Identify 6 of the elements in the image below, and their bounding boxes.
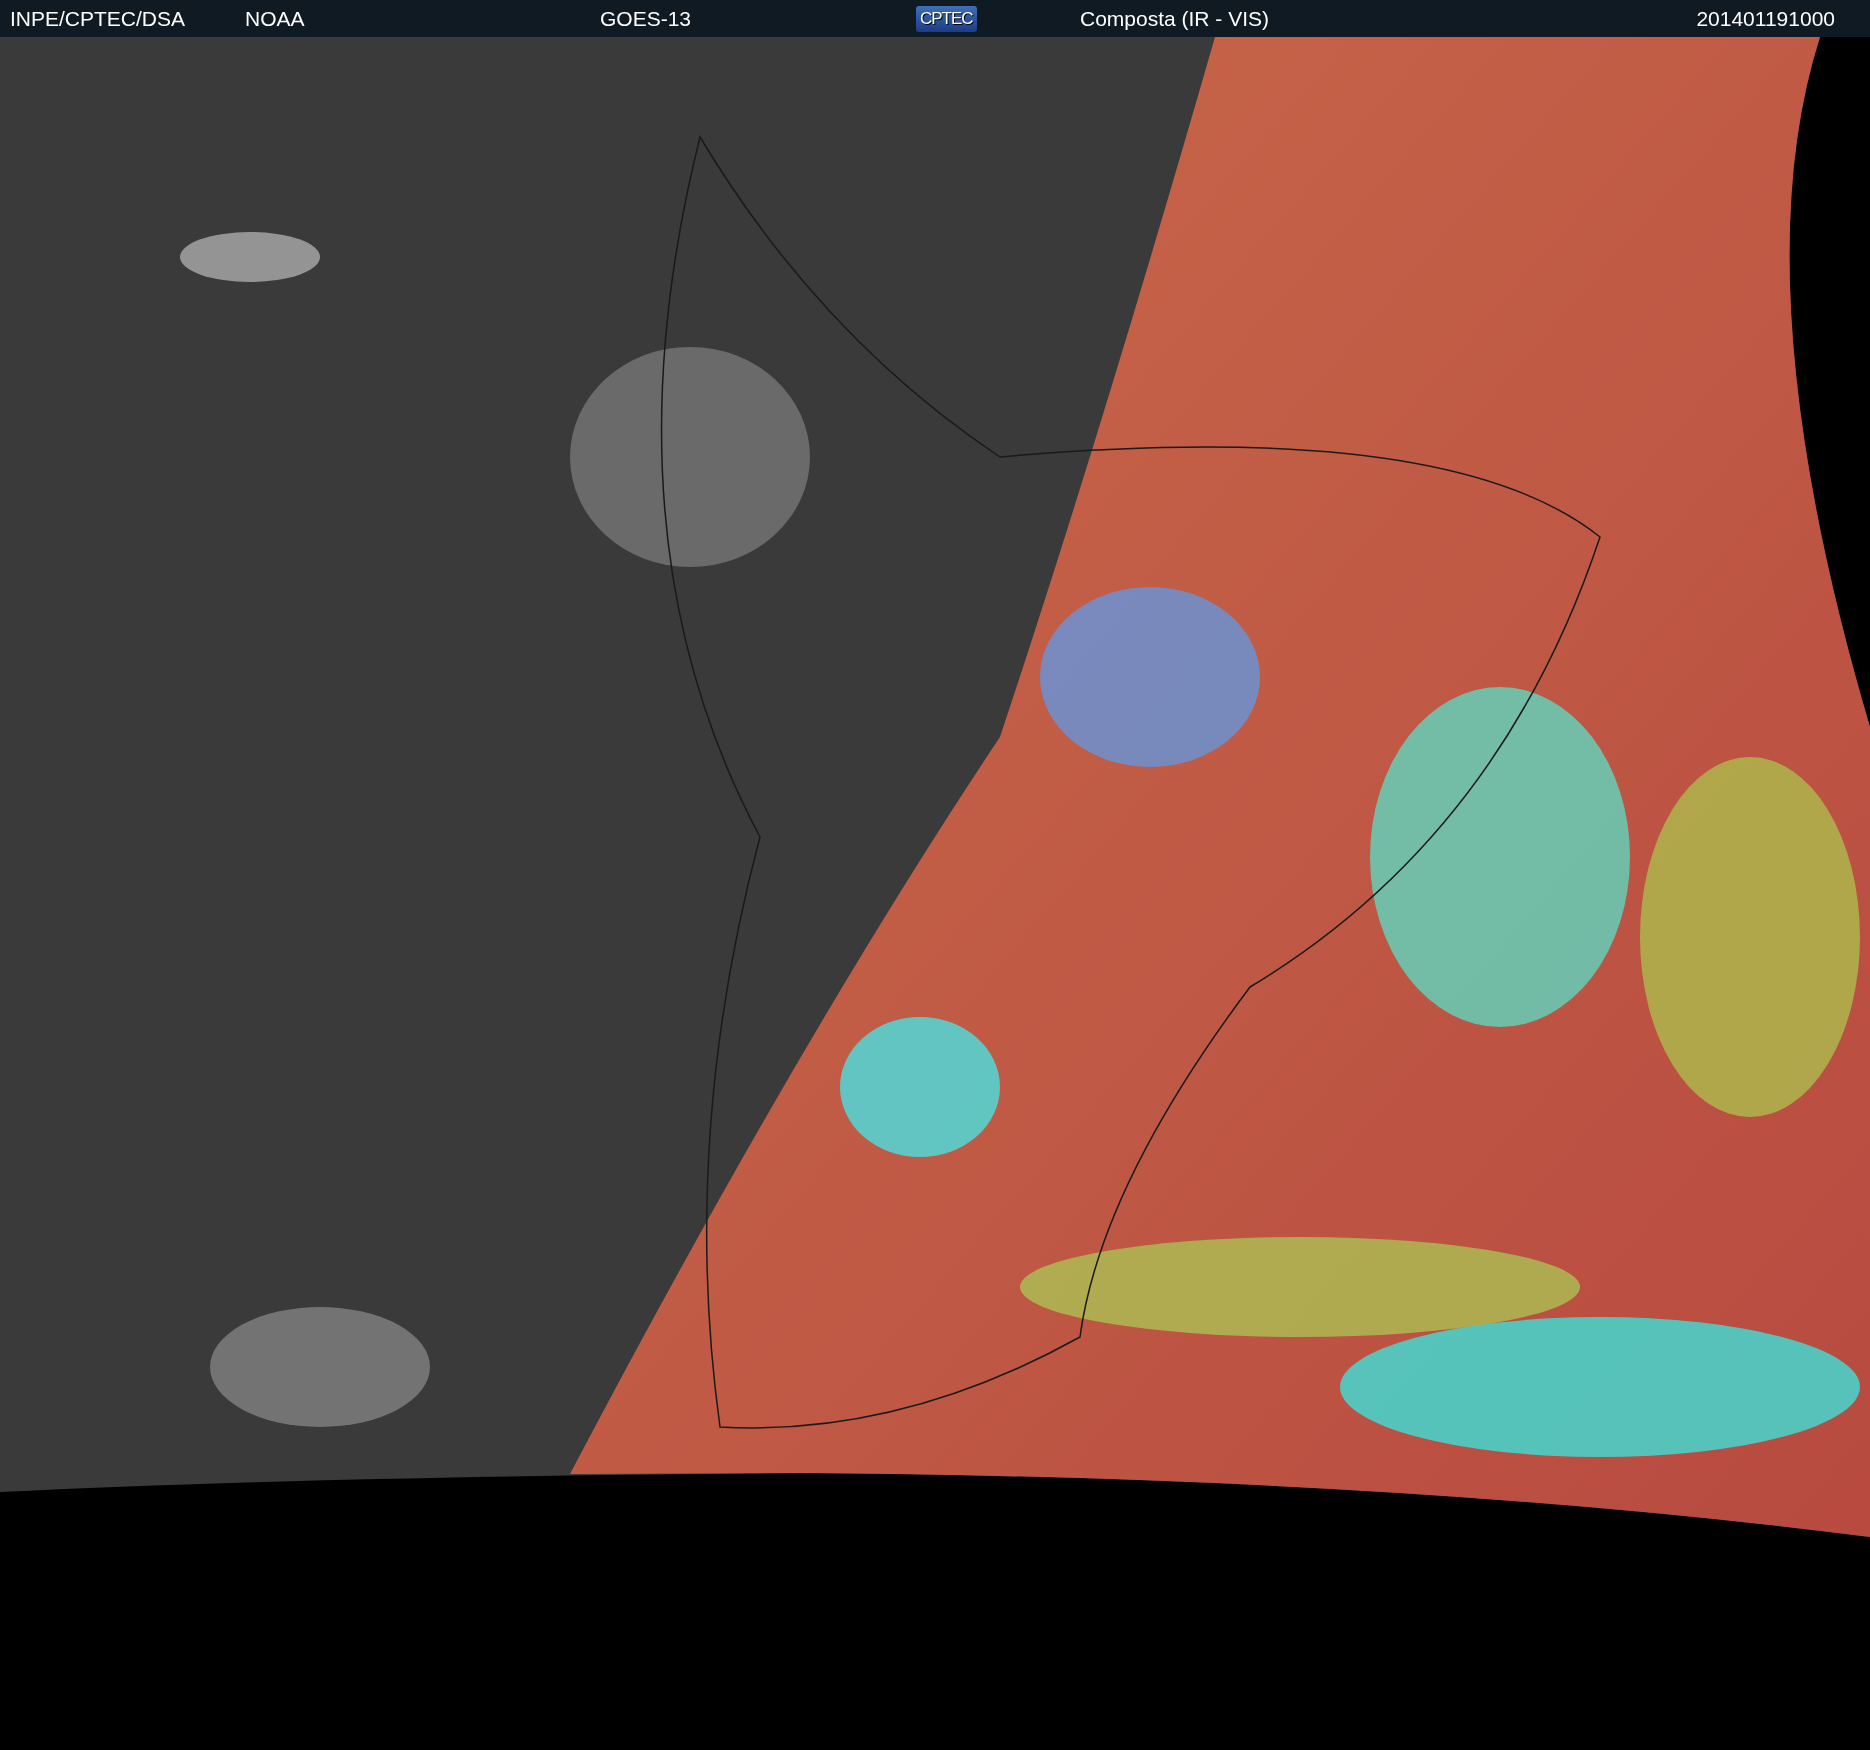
satellite-label: GOES-13 (600, 6, 693, 31)
source-label: INPE/CPTEC/DSA (10, 6, 187, 31)
logo: CPTEC (916, 5, 977, 32)
timestamp-label: 201401191000 (1696, 6, 1835, 31)
product-label: Composta (IR - VIS) (1080, 6, 1271, 31)
agency-label: NOAA (245, 6, 306, 31)
